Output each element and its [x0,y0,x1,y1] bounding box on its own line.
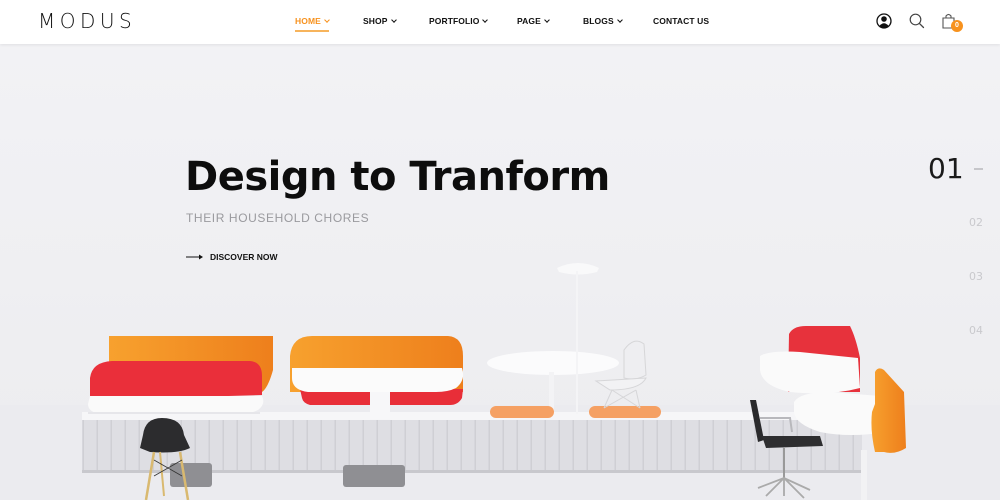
nav-label: HOME [295,16,321,26]
nav-item-blogs[interactable]: BLOGS [583,16,623,26]
hero-title: Design to Tranform [185,154,610,200]
cart-count-badge: 0 [951,20,963,32]
slide-indicator-03[interactable]: 03 [969,270,983,283]
chevron-down-icon [482,17,489,23]
nav-label: PORTFOLIO [429,16,480,26]
search-button[interactable] [907,11,927,31]
nav-item-home[interactable]: HOME [295,16,330,32]
discover-now-label: DISCOVER NOW [210,252,278,262]
slide-indicator-04[interactable]: 04 [969,324,983,337]
nav-label: PAGE [517,16,541,26]
hero-slider: Design to Tranform THEIR HOUSEHOLD CHORE… [0,44,1000,500]
arrow-right-icon [186,254,203,260]
nav-label: CONTACT US [653,16,710,26]
logo[interactable]: MODUS [38,9,136,33]
nav-item-portfolio[interactable]: PORTFOLIO [429,16,489,26]
nav-label: BLOGS [583,16,614,26]
active-slide-dash [974,168,983,170]
account-button[interactable] [874,11,894,31]
chevron-down-icon [324,17,330,23]
nav-item-shop[interactable]: SHOP [363,16,397,26]
search-icon [909,13,925,29]
discover-now-link[interactable]: DISCOVER NOW [186,251,278,263]
hero-subtitle: THEIR HOUSEHOLD CHORES [186,211,370,225]
chevron-down-icon [616,17,623,23]
slide-indicator-02[interactable]: 02 [969,216,983,229]
user-icon [876,13,892,29]
nav-label: SHOP [363,16,388,26]
nav-item-page[interactable]: PAGE [517,16,550,26]
bench-left [88,336,273,414]
chevron-down-icon [544,17,550,23]
chevron-down-icon [390,17,397,23]
hero-image [0,44,1000,500]
nav-item-contact-us[interactable]: CONTACT US [653,16,709,26]
site-header: MODUS HOME SHOP PORTFOLIO PAGE BLOGS CON… [0,0,1000,44]
slide-indicator-01[interactable]: 01 [928,152,964,185]
